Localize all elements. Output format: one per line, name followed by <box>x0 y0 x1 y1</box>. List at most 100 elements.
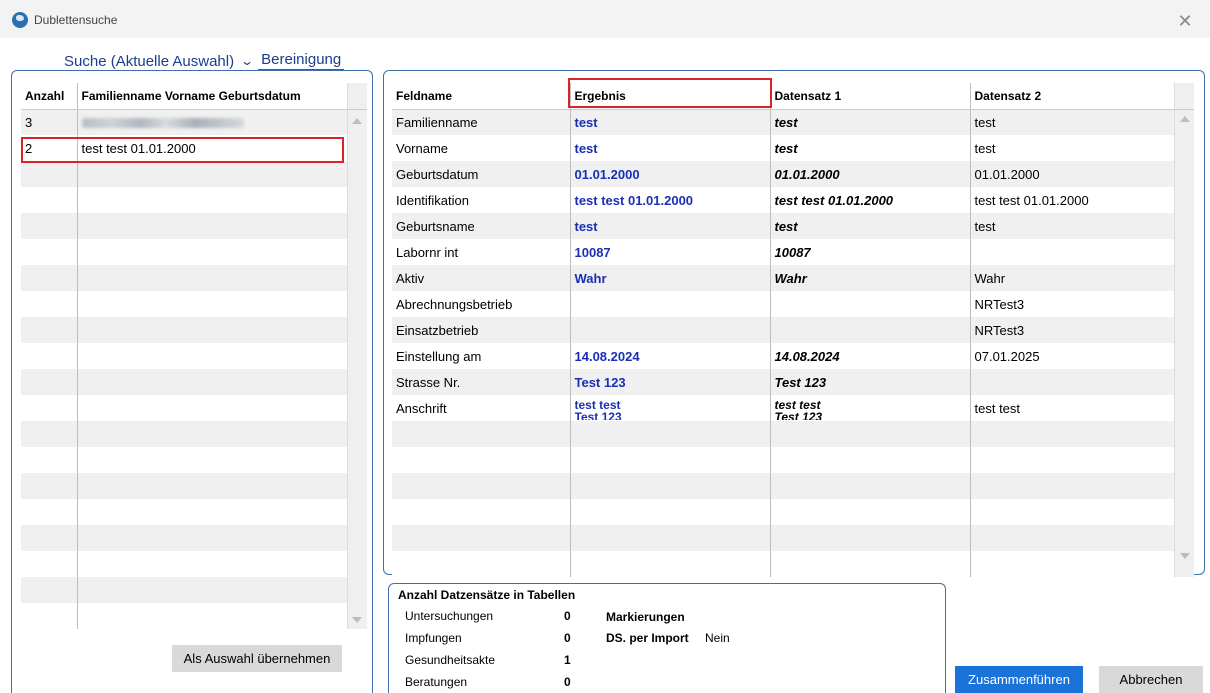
table-row[interactable] <box>392 551 1194 577</box>
table-row[interactable]: Einsatzbetrieb NRTest3 <box>392 317 1194 343</box>
table-row[interactable] <box>392 499 1194 525</box>
scrollbar-track[interactable] <box>346 213 367 239</box>
record-1-cell[interactable]: Wahr <box>770 265 971 291</box>
record-1-cell[interactable]: test <box>770 109 971 135</box>
cancel-button[interactable]: Abbrechen <box>1099 666 1203 693</box>
apply-selection-button[interactable]: Als Auswahl übernehmen <box>172 645 342 672</box>
scrollbar-track[interactable] <box>346 343 367 369</box>
result-cell[interactable]: test test Test 123 <box>570 395 771 421</box>
scrollbar-track[interactable] <box>346 473 367 499</box>
record-2-cell[interactable] <box>970 499 1174 525</box>
table-row[interactable]: Anschrift test test Test 123 test test Test … <box>392 395 1194 421</box>
result-cell[interactable] <box>570 499 771 525</box>
scrollbar-track[interactable] <box>1173 421 1194 447</box>
chevron-down-icon[interactable]: ⌄ <box>240 54 254 68</box>
scrollbar-track[interactable] <box>1173 343 1194 369</box>
table-row[interactable]: Identifikation test test 01.01.2000 test t… <box>392 187 1194 213</box>
record-2-cell[interactable]: test <box>970 109 1174 135</box>
result-cell[interactable] <box>570 551 771 577</box>
result-cell[interactable]: 10087 <box>570 239 771 265</box>
record-2-cell[interactable] <box>970 421 1174 447</box>
scrollbar-track[interactable] <box>1173 135 1194 161</box>
scrollbar-track[interactable] <box>346 369 367 395</box>
record-2-cell[interactable] <box>970 447 1174 473</box>
table-row[interactable] <box>21 395 367 421</box>
table-row[interactable]: Familienname test test test <box>392 109 1194 135</box>
record-1-cell[interactable]: Test 123 <box>770 369 971 395</box>
table-row[interactable]: Strasse Nr. Test 123 Test 123 <box>392 369 1194 395</box>
scrollbar-track[interactable] <box>346 291 367 317</box>
result-cell[interactable] <box>570 447 771 473</box>
record-1-cell[interactable]: test <box>770 135 971 161</box>
result-cell[interactable]: Test 123 <box>570 369 771 395</box>
record-1-cell[interactable] <box>770 447 971 473</box>
table-row[interactable] <box>21 317 367 343</box>
table-row[interactable] <box>21 161 367 187</box>
record-2-cell[interactable]: test test <box>970 395 1174 421</box>
record-1-cell[interactable]: test test Test 123 <box>770 395 971 421</box>
table-row[interactable]: Labornr int 10087 10087 <box>392 239 1194 265</box>
close-icon[interactable]: ✕ <box>1172 8 1198 34</box>
result-cell[interactable] <box>570 525 771 551</box>
column-header-record-2[interactable]: Datensatz 2 <box>970 83 1174 110</box>
scrollbar-track[interactable] <box>1173 473 1194 499</box>
record-1-cell[interactable] <box>770 473 971 499</box>
table-row[interactable] <box>21 239 367 265</box>
record-2-cell[interactable] <box>970 525 1174 551</box>
scrollbar-track[interactable] <box>346 265 367 291</box>
column-header-count[interactable]: Anzahl <box>21 83 78 110</box>
record-2-cell[interactable] <box>970 473 1174 499</box>
scrollbar-track[interactable] <box>1173 369 1194 395</box>
column-header-name[interactable]: Familienname Vorname Geburtsdatum <box>77 83 347 110</box>
record-1-cell[interactable]: test test 01.01.2000 <box>770 187 971 213</box>
scroll-down-arrow[interactable] <box>352 617 362 623</box>
table-row[interactable] <box>392 473 1194 499</box>
result-cell[interactable]: test test 01.01.2000 <box>570 187 771 213</box>
record-2-cell[interactable] <box>970 551 1174 577</box>
record-2-cell[interactable]: 01.01.2000 <box>970 161 1174 187</box>
table-row[interactable]: Aktiv Wahr Wahr Wahr <box>392 265 1194 291</box>
table-row[interactable]: Geburtsdatum 01.01.2000 01.01.2000 01.01.20… <box>392 161 1194 187</box>
scrollbar-track[interactable] <box>346 135 367 161</box>
table-row[interactable]: Abrechnungsbetrieb NRTest3 <box>392 291 1194 317</box>
table-row[interactable] <box>21 369 367 395</box>
record-1-cell[interactable] <box>770 551 971 577</box>
scrollbar-track[interactable] <box>346 447 367 473</box>
scroll-up-arrow[interactable] <box>1180 116 1190 122</box>
table-row[interactable] <box>21 291 367 317</box>
scrollbar-track[interactable] <box>1173 213 1194 239</box>
table-row[interactable]: Geburtsname test test test <box>392 213 1194 239</box>
scrollbar-track[interactable] <box>346 395 367 421</box>
record-2-cell[interactable]: Wahr <box>970 265 1174 291</box>
table-row[interactable] <box>21 187 367 213</box>
table-row[interactable] <box>21 421 367 447</box>
table-row[interactable] <box>392 525 1194 551</box>
record-1-cell[interactable] <box>770 317 971 343</box>
table-row[interactable]: Vorname test test test <box>392 135 1194 161</box>
scrollbar-track[interactable] <box>1173 291 1194 317</box>
result-cell[interactable]: test <box>570 135 771 161</box>
record-2-cell[interactable]: test <box>970 135 1174 161</box>
scroll-down-arrow[interactable] <box>1180 553 1190 559</box>
merge-button[interactable]: Zusammenführen <box>955 666 1083 693</box>
record-2-cell[interactable]: test <box>970 213 1174 239</box>
column-header-record-1[interactable]: Datensatz 1 <box>770 83 971 110</box>
record-2-cell[interactable] <box>970 369 1174 395</box>
table-row[interactable] <box>21 499 367 525</box>
scrollbar-track[interactable] <box>346 421 367 447</box>
scrollbar-track[interactable] <box>346 603 367 629</box>
record-2-cell[interactable]: NRTest3 <box>970 291 1174 317</box>
scrollbar-track[interactable] <box>346 161 367 187</box>
scrollbar-track[interactable] <box>1173 395 1194 421</box>
table-row[interactable] <box>21 265 367 291</box>
tab-search[interactable]: Suche (Aktuelle Auswahl) <box>64 53 234 70</box>
tab-cleanup[interactable]: Bereinigung <box>258 51 345 71</box>
table-row[interactable]: Einstellung am 14.08.2024 14.08.2024 07.01.… <box>392 343 1194 369</box>
table-row[interactable] <box>21 343 367 369</box>
record-1-cell[interactable]: 01.01.2000 <box>770 161 971 187</box>
result-cell[interactable] <box>570 421 771 447</box>
table-row[interactable] <box>392 447 1194 473</box>
record-1-cell[interactable] <box>770 291 971 317</box>
record-1-cell[interactable]: 10087 <box>770 239 971 265</box>
scrollbar-track[interactable] <box>346 499 367 525</box>
